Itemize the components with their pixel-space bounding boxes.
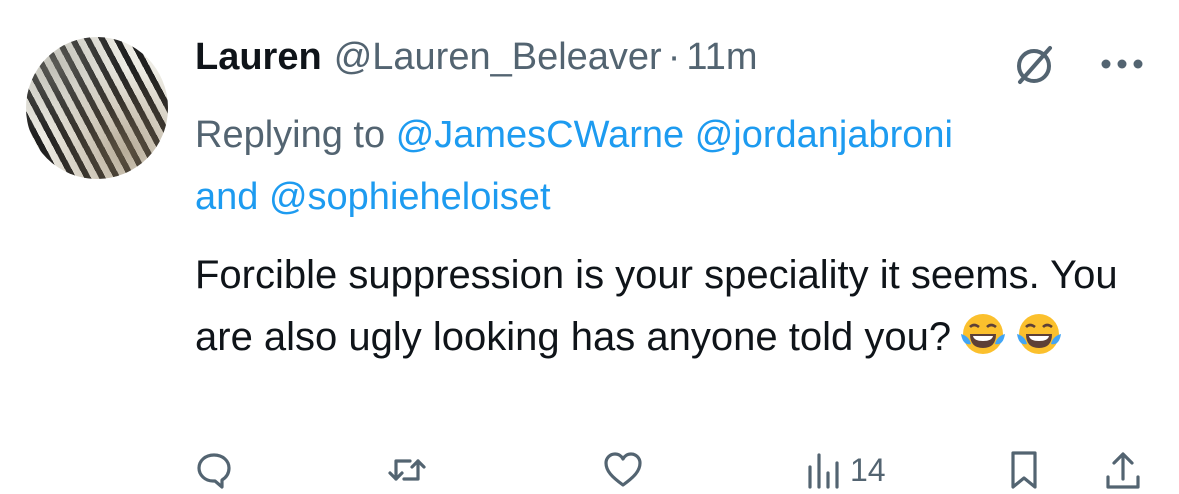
timestamp[interactable]: 11m [686,36,757,79]
more-icon[interactable] [1098,58,1146,70]
mention-link[interactable]: @jordanjabroni [695,114,953,156]
retweet-icon [388,459,426,481]
avatar-zebra-photo [26,37,168,179]
share-icon [1106,452,1140,489]
like-icon [604,452,642,487]
bookmark-button[interactable] [1003,446,1045,494]
views-button[interactable]: 14 [802,446,886,494]
author-handle[interactable]: @Lauren_Beleaver [334,36,662,79]
action-bar: 14 [0,446,1179,494]
separator-dot: · [667,36,681,78]
share-button[interactable] [1102,446,1144,494]
reply-button[interactable] [193,446,235,494]
bookmark-icon [1011,451,1037,489]
replying-to: Replying to @JamesCWarne @jordanjabroni … [195,104,1155,228]
views-count: 14 [850,451,886,488]
mention-link[interactable]: @JamesCWarne [396,114,684,156]
reply-icon [197,453,231,489]
and-word[interactable]: and [195,176,258,218]
tears-of-joy-emoji-icon [1017,314,1062,354]
mention-link[interactable]: @sophieheloiset [269,176,551,218]
replying-prefix: Replying to [195,114,386,156]
tears-of-joy-emoji-icon [961,314,1006,354]
avatar[interactable] [26,37,168,179]
tweet-header: Lauren @Lauren_Beleaver · 11m [195,36,757,86]
views-icon [808,453,839,489]
author-name[interactable]: Lauren [195,36,322,79]
grok-icon[interactable] [1010,40,1058,88]
retweet-button[interactable] [386,446,428,494]
like-button[interactable] [602,446,644,494]
tweet-text: Forcible suppression is your speciality … [195,244,1165,368]
